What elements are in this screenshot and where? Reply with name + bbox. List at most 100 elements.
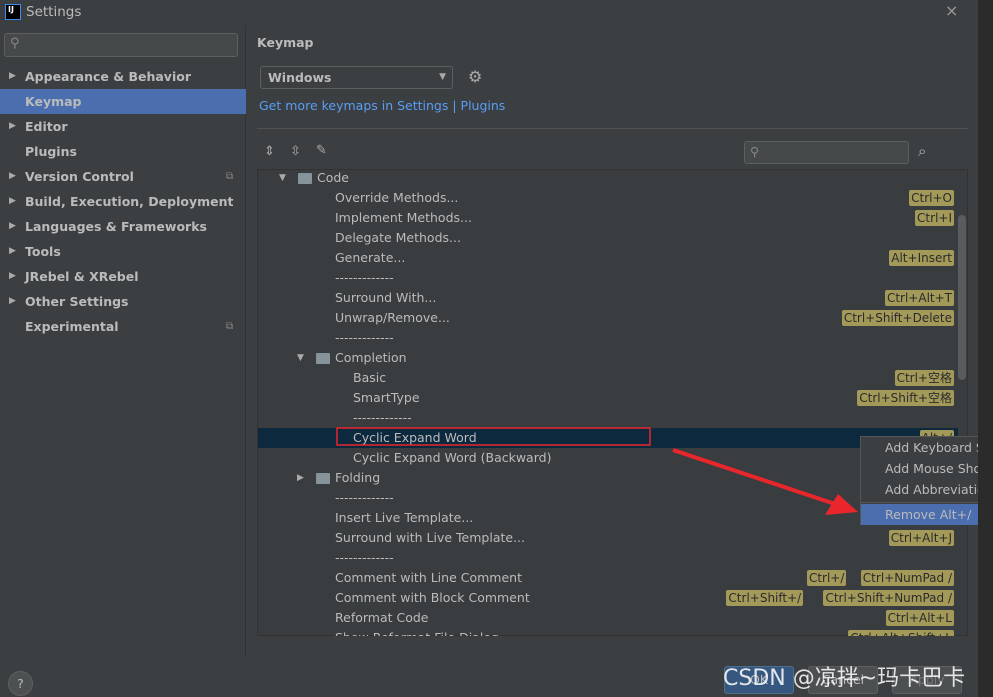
background-editor [978,0,993,697]
collapsed-arrow-icon[interactable]: ▶ [297,468,304,488]
sidebar-item[interactable]: ▶ Other Settings [0,289,246,314]
sidebar-item[interactable]: Plugins [0,139,246,164]
collapse-all-icon[interactable]: ⇳ [290,144,301,159]
folder-icon [316,473,330,484]
tree-row-label: Delegate Methods... [335,230,461,245]
action-search-input[interactable]: ⚲ [744,141,909,164]
menu-separator [861,502,993,503]
sidebar-item-label: Plugins [25,144,77,159]
tree-row[interactable]: ------------- [258,408,958,428]
tree-row[interactable]: Comment with Line Comment Ctrl+NumPad / Ct… [258,568,958,588]
sidebar-item[interactable]: Experimental ⧉ [0,314,246,339]
tree-row[interactable]: Surround with Live Template... Ctrl+Alt+J [258,528,958,548]
get-more-keymaps-link[interactable]: Get more keymaps in Settings | Plugins [259,98,505,113]
settings-sidebar: ⚲ ▶ Appearance & Behavior Keymap ▶ Editor Plu… [0,25,246,657]
watermark: CSDN @凉拌~玛卡巴卡 [723,666,966,691]
expand-all-icon[interactable]: ⇕ [264,144,275,159]
tree-row-label: Basic [353,370,387,385]
expand-arrow-icon: ▶ [9,296,16,306]
tree-row-label: ------------- [335,270,394,285]
tree-row[interactable]: ▼ Completion [258,348,958,368]
tree-row[interactable]: Cyclic Expand Word (Backward) [258,448,958,468]
page-title: Keymap [257,35,314,50]
shortcut-badge: Alt+Insert [889,250,954,266]
tree-row[interactable]: Delegate Methods... [258,228,958,248]
gear-icon[interactable]: ⚙ [468,67,482,86]
sidebar-item[interactable]: ▶ Tools [0,239,246,264]
tree-row-label: Implement Methods... [335,210,472,225]
chevron-down-icon: ▼ [439,72,446,82]
logo-text: IJ [8,5,14,14]
tree-row[interactable]: Generate... Alt+Insert [258,248,958,268]
tree-row-label: Override Methods... [335,190,459,205]
edit-icon[interactable]: ✎ [316,143,327,158]
shortcut-badge: Ctrl+O [909,190,954,206]
tree-row-label: Cyclic Expand Word (Backward) [353,450,552,465]
tree-row-label: Completion [335,350,407,365]
sidebar-item[interactable]: ▶ JRebel & XRebel [0,264,246,289]
shortcut-badge: Ctrl+Alt+T [884,290,954,306]
shortcut-badge: Ctrl+Shift+/ [726,590,804,606]
context-menu-item[interactable]: Add Abbreviation [861,479,993,500]
sidebar-item-label: Build, Execution, Deployment [25,194,234,209]
tree-row[interactable]: Override Methods... Ctrl+O [258,188,958,208]
tree-row-label: Surround With... [335,290,437,305]
tree-row-label: Show Reformat File Dialog [335,628,499,636]
tree-row[interactable]: SmartType Ctrl+Shift+空格 [258,388,958,408]
expand-arrow-icon: ▶ [9,221,16,231]
tree-row-label: Comment with Block Comment [335,590,530,605]
title-bar: IJ Settings × [0,0,978,25]
sidebar-item[interactable]: ▶ Build, Execution, Deployment [0,189,246,214]
tree-row[interactable]: ------------- [258,328,958,348]
context-menu-item[interactable]: Add Keyboard Shortcut [861,437,993,458]
search-icon: ⚲ [750,144,760,159]
find-by-shortcut-icon[interactable]: ⌕ [918,142,926,160]
expand-arrow-icon: ▶ [9,196,16,206]
sidebar-search-input[interactable]: ⚲ [4,33,238,57]
keymap-select[interactable]: Windows ▼ [260,66,453,89]
close-icon[interactable]: × [945,1,958,20]
tree-row[interactable]: Cyclic Expand WordAlt+/ [258,428,958,448]
tree-row[interactable]: Show Reformat File Dialog Ctrl+Alt+Shift+… [258,628,958,636]
context-menu-item[interactable]: Remove Alt+/ [861,504,993,525]
tree-row[interactable]: Basic Ctrl+空格 [258,368,958,388]
sidebar-item[interactable]: ▶ Editor [0,114,246,139]
sidebar-item[interactable]: Keymap [0,89,246,114]
context-menu-item[interactable]: Add Mouse Shortcut [861,458,993,479]
tree-row-label: Insert Live Template... [335,510,474,525]
divider [257,128,968,129]
tree-row[interactable]: Reformat Code Ctrl+Alt+L [258,608,958,628]
tree-row[interactable]: Surround With... Ctrl+Alt+T [258,288,958,308]
tree-row[interactable]: Insert Live Template... [258,508,958,528]
sidebar-item[interactable]: ▶ Languages & Frameworks [0,214,246,239]
tree-row[interactable]: Unwrap/Remove... Ctrl+Shift+Delete [258,308,958,328]
tree-row-label: Folding [335,470,381,485]
sidebar-item-label: Tools [25,244,61,259]
search-icon: ⚲ [10,36,20,51]
sidebar-item-label: Languages & Frameworks [25,219,207,234]
shortcut-badge: Ctrl+Shift+Delete [841,310,954,326]
shortcut-badge: Ctrl+Shift+NumPad / [823,590,954,606]
sidebar-item[interactable]: ▶ Appearance & Behavior [0,64,246,89]
tree-row[interactable]: ------------- [258,268,958,288]
tree-scrollbar[interactable] [958,215,966,380]
folder-icon [316,353,330,364]
tree-row[interactable]: Implement Methods... Ctrl+I [258,208,958,228]
shortcut-badge: Ctrl+Alt+L [885,610,954,626]
expanded-arrow-icon[interactable]: ▼ [279,168,286,188]
sidebar-item[interactable]: ▶ Version Control ⧉ [0,164,246,189]
tree-row[interactable]: ------------- [258,488,958,508]
tree-row[interactable]: ▼ Code [258,168,958,188]
tree-row[interactable]: ------------- [258,548,958,568]
expand-arrow-icon: ▶ [9,71,16,81]
help-button[interactable]: ? [8,671,33,696]
expanded-arrow-icon[interactable]: ▼ [297,348,304,368]
tree-row-label: ------------- [335,330,394,345]
sidebar-item-label: Keymap [25,94,82,109]
keymap-select-value: Windows [268,70,332,85]
tree-row-label: Reformat Code [335,610,429,625]
tree-row[interactable]: ▶ Folding [258,468,958,488]
expand-arrow-icon: ▶ [9,246,16,256]
shortcut-badge: Ctrl+Alt+Shift+L [848,630,954,636]
tree-row[interactable]: Comment with Block Comment Ctrl+Shift+Num… [258,588,958,608]
